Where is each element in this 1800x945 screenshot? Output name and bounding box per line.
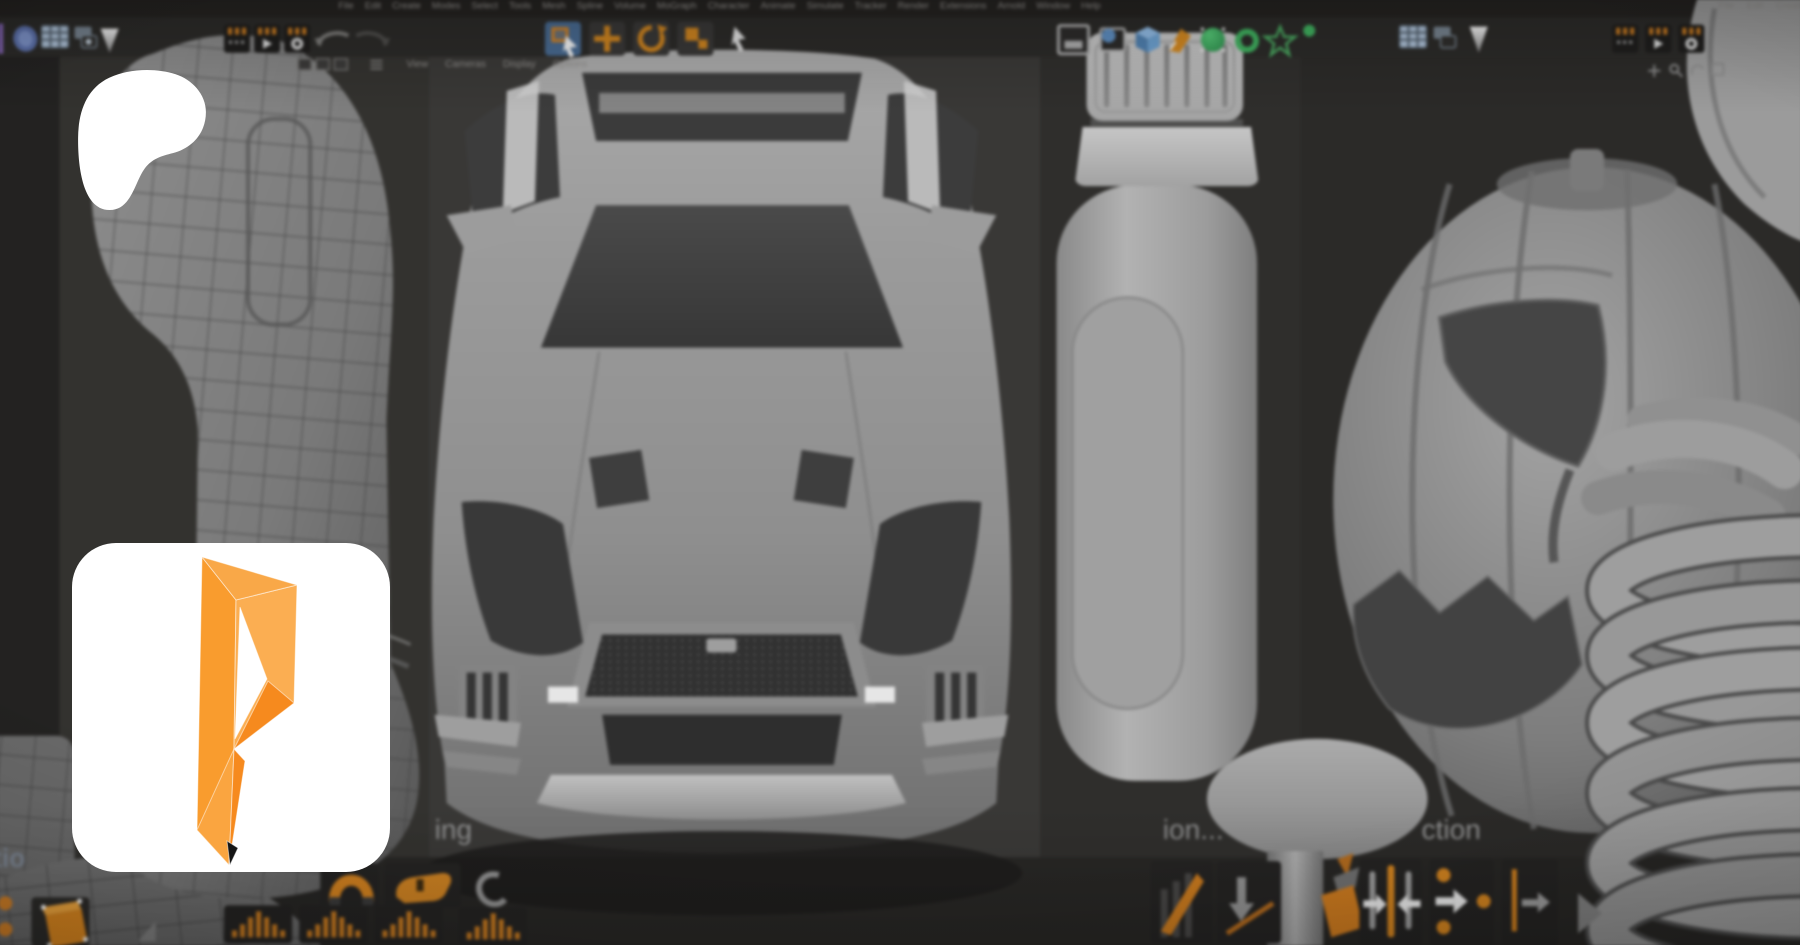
move-tool-button[interactable] xyxy=(589,22,625,56)
viewport-menu-item[interactable]: View xyxy=(407,59,429,70)
menu-item[interactable]: Tools xyxy=(509,1,531,12)
timeline-dots-button[interactable] xyxy=(224,25,250,53)
viewport-menu: View Cameras Display Options xyxy=(407,59,588,70)
timeline-render-button[interactable] xyxy=(284,25,310,53)
purple-strip-icon[interactable] xyxy=(0,24,3,54)
menu-item[interactable]: Character xyxy=(708,1,750,12)
secondary-menu-bar: File Edit Create xyxy=(1718,1,1800,12)
falloff-ramp-icon[interactable] xyxy=(299,905,367,943)
align-arrows-icon[interactable] xyxy=(1359,859,1421,945)
menu-item[interactable]: MoGraph xyxy=(657,1,697,12)
airbrush-icon[interactable] xyxy=(384,863,460,907)
menu-item[interactable]: Window xyxy=(1036,1,1070,12)
falloff-ramp-icon[interactable] xyxy=(374,905,442,943)
timeline-play-button-2[interactable] xyxy=(1645,25,1671,53)
caption-left-fragment: tio xyxy=(0,843,25,873)
menu-item[interactable]: Render xyxy=(898,1,929,12)
timeline-render-button-2[interactable] xyxy=(1678,25,1704,53)
menu-item[interactable]: Create xyxy=(1776,1,1800,12)
menu-item[interactable]: File xyxy=(338,1,353,12)
caption-connector-fragment: ion... xyxy=(1163,814,1224,845)
falloff-ramp-icon[interactable] xyxy=(459,907,527,945)
menu-item[interactable]: Spline xyxy=(577,1,604,12)
layout-grid-icon[interactable] xyxy=(41,26,68,48)
menu-item[interactable]: Select xyxy=(471,1,497,12)
creator-logo-card xyxy=(72,543,390,872)
menu-item[interactable]: Volume xyxy=(614,1,646,12)
move-gap-icon[interactable] xyxy=(1430,859,1494,945)
caption-pumpkin-fragment: ction xyxy=(1422,814,1481,845)
screenshot-canvas: File Edit Create Modes Select Tools Mesh Spline… xyxy=(0,0,1800,945)
viewport-menu-item[interactable]: Cameras xyxy=(445,59,486,70)
selection-tool-button[interactable] xyxy=(545,22,581,58)
menu-item[interactable]: Arnold xyxy=(998,1,1026,12)
menu-item[interactable]: Mesh xyxy=(542,1,565,12)
layout-grid-icon-2[interactable] xyxy=(1399,26,1426,48)
scale-tool-button[interactable] xyxy=(677,22,713,56)
caption-car-fragment: ing xyxy=(435,814,472,845)
menu-item[interactable]: Edit xyxy=(1747,1,1763,12)
falloff-ramp-icon[interactable] xyxy=(224,905,292,943)
palette-right xyxy=(1151,853,1602,945)
menu-item[interactable]: Create xyxy=(392,1,421,12)
connector-grooves xyxy=(1107,47,1225,105)
viewport-nav-icon[interactable] xyxy=(298,59,311,70)
patreon-logo xyxy=(72,66,212,214)
slide-line-icon[interactable] xyxy=(1502,859,1558,945)
menu-item[interactable]: Simulate xyxy=(807,1,844,12)
menu-item[interactable]: Modes xyxy=(432,1,461,12)
menu-item[interactable]: Extensions xyxy=(940,1,987,12)
timeline-dots-button-2[interactable] xyxy=(1612,25,1638,53)
polygon-bucket-icon[interactable] xyxy=(31,897,89,945)
app-menu-bar: File Edit Create Modes Select Tools Mesh Spline… xyxy=(338,1,1100,12)
menu-item[interactable]: Edit xyxy=(365,1,381,12)
subdivision-sphere-button[interactable] xyxy=(1201,28,1225,52)
menu-item[interactable]: Tracker xyxy=(855,1,887,12)
low-poly-p-logo xyxy=(72,543,390,872)
arrow-down-icon[interactable] xyxy=(1217,861,1281,943)
menu-item[interactable]: File xyxy=(1718,1,1733,12)
viewport-menu-item[interactable]: Display xyxy=(503,59,536,70)
viewport-menu-item[interactable]: Options xyxy=(553,59,588,70)
render-view-button[interactable] xyxy=(1058,26,1088,54)
rotate-tool-button[interactable] xyxy=(633,22,669,56)
render-settings-button[interactable] xyxy=(1101,29,1125,51)
viewport-nav-icon[interactable] xyxy=(334,59,347,70)
menu-item[interactable]: Help xyxy=(1081,1,1101,12)
timeline-play-button[interactable] xyxy=(254,25,280,53)
knife-icon[interactable] xyxy=(1151,861,1213,943)
green-dot-button[interactable] xyxy=(1303,25,1315,37)
sports-car-model xyxy=(421,50,1023,916)
viewport-nav-icon[interactable] xyxy=(316,59,329,70)
cable-strain-dome xyxy=(1207,739,1428,859)
menu-item[interactable]: Animate xyxy=(761,1,796,12)
